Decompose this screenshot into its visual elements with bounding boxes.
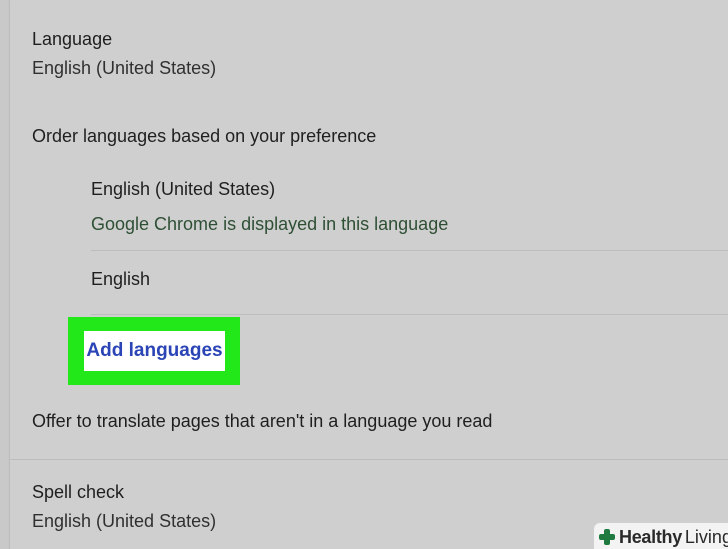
watermark-brand: Healthy bbox=[619, 526, 682, 547]
language-item-english: English bbox=[91, 269, 151, 289]
settings-page: Language English (United States) Order l… bbox=[0, 0, 728, 549]
add-languages-button[interactable]: Add languages bbox=[84, 331, 225, 371]
watermark-rest: Living bbox=[684, 526, 728, 547]
spell-check-value[interactable]: English (United States) bbox=[32, 510, 216, 532]
healthy-living-watermark: Healthy Living bbox=[594, 523, 728, 549]
display-language-note: Google Chrome is displayed in this langu… bbox=[91, 214, 449, 234]
language-list-divider bbox=[91, 314, 728, 315]
translate-offer-label[interactable]: Offer to translate pages that aren't in … bbox=[32, 410, 492, 432]
language-item-english-us: English (United States) bbox=[91, 179, 276, 199]
spell-check-title: Spell check bbox=[32, 482, 125, 502]
language-title: Language bbox=[32, 29, 113, 49]
order-languages-heading: Order languages based on your preference bbox=[32, 126, 377, 146]
plus-cross-icon bbox=[598, 528, 616, 546]
language-value[interactable]: English (United States) bbox=[32, 57, 216, 79]
language-item-divider bbox=[91, 250, 728, 251]
section-divider bbox=[10, 459, 728, 460]
